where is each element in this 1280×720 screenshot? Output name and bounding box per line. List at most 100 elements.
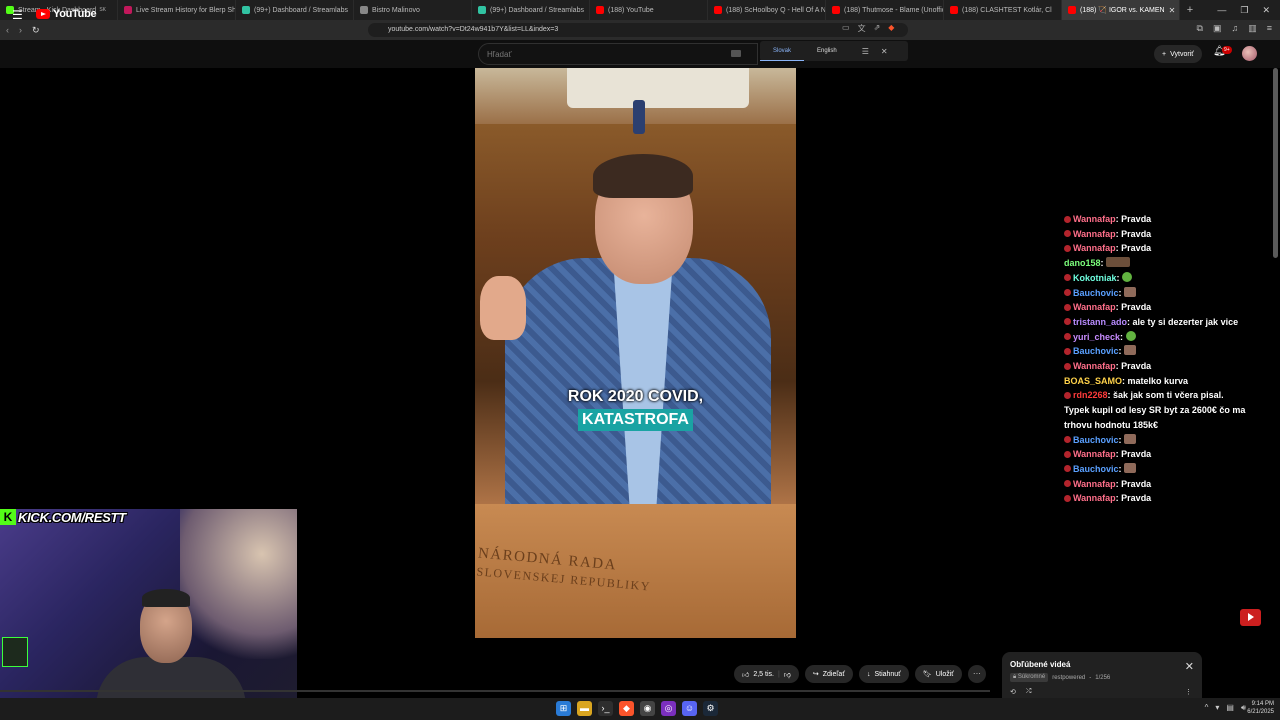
chat-message: Wannafap: Pravda — [1064, 491, 1274, 506]
back-icon[interactable]: ‹ — [6, 25, 9, 35]
chat-text: šak jak som ti včera pisal. — [1113, 390, 1224, 401]
chat-emote-icon — [1124, 433, 1137, 444]
share-page-icon[interactable]: ⇗ — [874, 23, 881, 34]
video-actions: 👍︎ 2,5 tis. | 👎︎ ↪ Zdieľať ↓ Stiahnuť 🔖︎… — [734, 665, 986, 683]
search-input[interactable]: Hľadať — [478, 43, 758, 65]
guide-menu-icon[interactable]: ☰ — [12, 8, 23, 22]
chat-text: trhovu hodnotu 185k€ — [1064, 419, 1159, 430]
loop-icon[interactable]: ⟲ — [1010, 688, 1016, 696]
browser-tab[interactable]: (188) ScHoolboy Q - Hell Of A Nig — [708, 0, 826, 20]
keyboard-icon[interactable] — [731, 50, 741, 57]
tray-app-icon[interactable]: ▾ — [1215, 703, 1219, 713]
tray-wifi-icon[interactable]: ▤ — [1226, 703, 1234, 713]
address-url: youtube.com/watch?v=Dt24w941b7Y&list=LL&… — [388, 26, 559, 33]
obs-icon[interactable]: ◉ — [640, 701, 655, 716]
volume-icon[interactable]: 🔊︎ — [1241, 703, 1246, 713]
taskbar-clock[interactable]: 9:14 PM 6/21/2025 — [1247, 700, 1274, 716]
windows-start-icon[interactable]: ⊞ — [556, 701, 571, 716]
brave-browser-icon[interactable]: ◆ — [619, 701, 634, 716]
translate-options-icon[interactable]: ☰ — [862, 47, 869, 56]
translate-source-lang[interactable]: Slovak — [760, 41, 805, 61]
translate-target-lang[interactable]: English — [804, 41, 850, 61]
browser-tab[interactable]: Bistro Malinovo — [354, 0, 472, 20]
close-window-icon[interactable]: ✕ — [1262, 5, 1270, 16]
thumbs-down-icon[interactable]: 👎︎ — [784, 670, 791, 679]
plus-icon: + — [1162, 50, 1167, 58]
kick-banner: K KICK.COM/RESTT — [0, 509, 126, 525]
close-icon[interactable]: ✕ — [881, 47, 888, 56]
maximize-icon[interactable]: ❐ — [1240, 5, 1248, 16]
download-label: Stiahnuť — [874, 670, 901, 678]
browser-tab-strip: Stream - Kick Dashboard Live Stream Histo… — [0, 0, 1280, 20]
chat-message: Bauchovic: — [1064, 344, 1274, 359]
browser-tab[interactable]: (188) CLASHTEST Kotlár, Cl — [944, 0, 1062, 20]
new-tab-button[interactable]: + — [1180, 4, 1200, 16]
chat-message: tristann_ado: ale ty si dezerter jak vic… — [1064, 315, 1274, 330]
discord-icon[interactable]: ☺ — [682, 701, 697, 716]
video-player[interactable]: NÁRODNÁ RADA SLOVENSKEJ REPUBLIKY ROK 20… — [475, 68, 796, 638]
shuffle-icon[interactable]: ⤮ — [1026, 688, 1032, 696]
brave-shield-icon[interactable]: ◆ — [888, 23, 894, 34]
video-progress-bar[interactable] — [0, 690, 990, 692]
minimize-icon[interactable]: — — [1217, 5, 1226, 16]
menu-icon[interactable]: ≡ — [1267, 23, 1272, 34]
reload-icon[interactable]: ↻ — [32, 25, 40, 36]
save-button[interactable]: 🔖︎ Uložiť — [914, 665, 962, 683]
browser-tab[interactable]: (188) 🏹 IGOR vs. KAMEN ✕ — [1062, 0, 1180, 20]
chat-text: ale ty si dezerter jak vice — [1132, 316, 1239, 327]
playlist-more-icon[interactable]: ⋮ — [1185, 688, 1192, 696]
webcam-light — [180, 509, 297, 659]
wallet-icon[interactable]: ▣ — [1213, 23, 1222, 34]
sidebar-icon[interactable]: ▥ — [1248, 23, 1257, 34]
chat-badge-icon — [1064, 480, 1071, 488]
chat-badge-icon — [1064, 303, 1071, 311]
tab-close-icon[interactable]: ✕ — [1169, 6, 1176, 15]
share-button[interactable]: ↪ Zdieľať — [804, 665, 853, 683]
steam-icon[interactable]: ⚙ — [703, 701, 718, 716]
window-controls: — ❐ ✕ — [1217, 5, 1280, 16]
playlist-privacy-label: Súkromné — [1017, 674, 1046, 680]
translate-popup: Slovak English ☰ ✕ — [760, 41, 908, 61]
chat-badge-icon — [1064, 465, 1071, 473]
chat-badge-icon — [1064, 450, 1071, 458]
browser-tab[interactable]: (188) Thutmose - Blame (Unofficia — [826, 0, 944, 20]
app-icon[interactable]: ◎ — [661, 701, 676, 716]
browser-tab[interactable]: (99+) Dashboard / Streamlabs — [236, 0, 354, 20]
chat-message: Wannafap: Pravda — [1064, 447, 1274, 462]
media-icon[interactable]: ♫ — [1231, 23, 1238, 34]
chat-username: rdn2268 — [1073, 390, 1108, 401]
playlist-owner[interactable]: restpowered — [1052, 675, 1085, 681]
like-button[interactable]: 👍︎ 2,5 tis. | 👎︎ — [734, 665, 799, 683]
playlist-panel: Obľúbené videá 🔒︎ Súkromné restpowered -… — [1002, 652, 1202, 702]
more-actions-button[interactable]: ··· — [967, 665, 986, 683]
file-explorer-icon[interactable]: ▬ — [577, 701, 592, 716]
chat-message: Kokotniak: — [1064, 271, 1274, 286]
close-icon[interactable]: ✕ — [1185, 660, 1194, 673]
browser-tab[interactable]: (188) YouTube — [590, 0, 708, 20]
youtube-play-icon — [36, 9, 50, 19]
webcam-streamer-hair — [142, 589, 190, 607]
playlist-title[interactable]: Obľúbené videá — [1010, 660, 1194, 669]
tab-label: (188) YouTube — [608, 6, 654, 14]
browser-tab[interactable]: Live Stream History for Blerp Share — [118, 0, 236, 20]
tab-label: (188) 🏹 IGOR vs. KAMEN — [1080, 7, 1165, 14]
forward-icon[interactable]: › — [19, 25, 22, 35]
playlist-controls: ⟲ ⤮ — [1010, 688, 1031, 696]
cast-icon[interactable]: ▭ — [842, 23, 850, 34]
chat-badge-icon — [1064, 362, 1071, 370]
terminal-icon[interactable]: ›_ — [598, 701, 613, 716]
youtube-logo[interactable]: YouTube SK — [36, 7, 106, 20]
extensions-icon[interactable]: ⧉ — [1197, 23, 1203, 34]
translate-icon[interactable]: 文 — [858, 23, 866, 34]
chat-badge-icon — [1064, 391, 1071, 399]
download-button[interactable]: ↓ Stiahnuť — [858, 665, 909, 683]
chat-badge-icon — [1064, 274, 1071, 282]
tray-chevron-icon[interactable]: ^ — [1205, 703, 1209, 713]
chat-text: Pravda — [1121, 302, 1152, 313]
avatar[interactable] — [1242, 46, 1257, 61]
chat-text: Typek kupil od lesy SR byt za 2600€ čo m… — [1064, 405, 1246, 416]
address-bar[interactable]: youtube.com/watch?v=Dt24w941b7Y&list=LL&… — [368, 23, 908, 37]
video-caption-line2-wrap: KATASTROFA — [475, 409, 796, 431]
create-button[interactable]: + Vytvoriť — [1154, 45, 1202, 63]
browser-tab[interactable]: (99+) Dashboard / Streamlabs — [472, 0, 590, 20]
